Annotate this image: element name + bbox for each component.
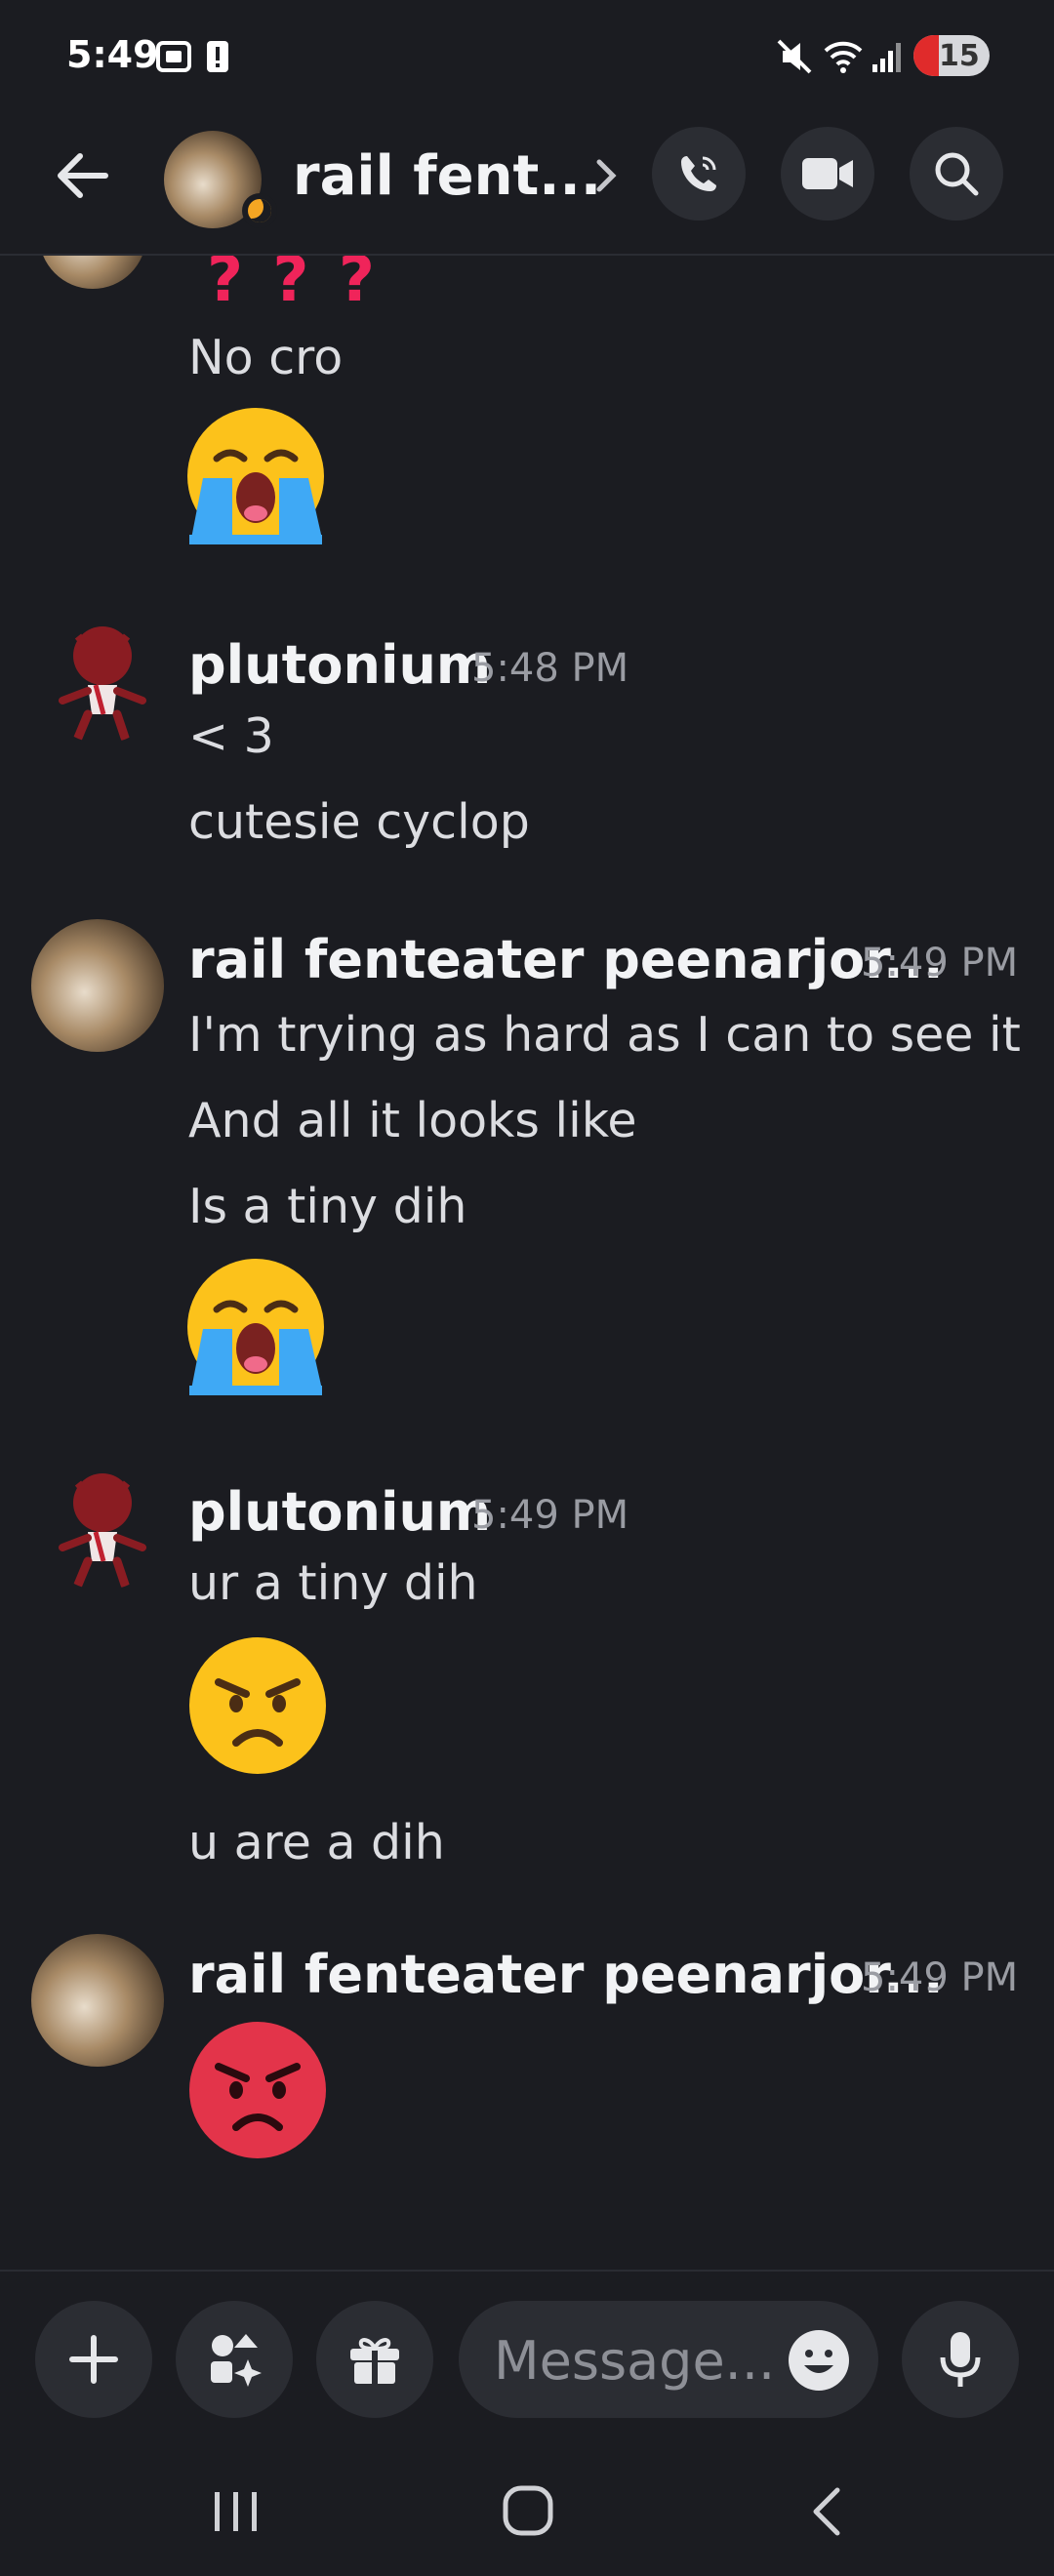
status-time: 5:49 [66, 33, 159, 76]
mute-icon [777, 39, 812, 74]
message-list[interactable]: ? ? ? No cro plutonium 5:48 PM < 3 cutes… [0, 256, 1054, 2268]
gift-icon [350, 2338, 399, 2384]
user-avatar[interactable] [39, 1464, 166, 1590]
phone-call-icon [681, 156, 716, 191]
system-nav-bar [0, 2445, 1054, 2576]
apps-icon [211, 2334, 262, 2387]
screenshot-icon [156, 41, 191, 72]
chevron-right-icon[interactable] [591, 152, 623, 199]
alert-icon [207, 41, 228, 72]
username[interactable]: rail fenteater peenarjor... [188, 929, 944, 990]
microphone-icon [940, 2332, 981, 2387]
loudly-crying-face-emoji[interactable] [183, 404, 328, 548]
message-text: I'm trying as hard as I can to see it [188, 1007, 1021, 1063]
signal-icon [872, 43, 901, 72]
timestamp: 5:49 PM [861, 941, 1019, 986]
channel-avatar[interactable] [156, 123, 277, 236]
user-avatar[interactable] [39, 617, 166, 744]
home-icon[interactable] [502, 2484, 554, 2537]
channel-header: rail fent... [0, 115, 1054, 256]
timestamp: 5:48 PM [471, 646, 629, 691]
voice-message-button[interactable] [902, 2301, 1019, 2418]
apps-button[interactable] [176, 2301, 293, 2418]
channel-title[interactable]: rail fent... [293, 144, 601, 208]
username[interactable]: plutonium [188, 634, 491, 696]
battery-indicator: 15 [913, 35, 990, 76]
message-text: No cro [188, 330, 344, 385]
username[interactable]: rail fenteater peenarjor... [188, 1944, 944, 2005]
plus-icon [69, 2335, 118, 2384]
emoji-icon[interactable] [787, 2328, 851, 2393]
back-arrow-icon[interactable] [51, 144, 113, 207]
add-attachment-button[interactable] [35, 2301, 152, 2418]
voice-call-button[interactable] [652, 127, 746, 221]
message-placeholder: Message... [494, 2330, 776, 2392]
timestamp: 5:49 PM [861, 1955, 1019, 2000]
message-text: < 3 [188, 708, 274, 764]
user-avatar[interactable] [31, 1934, 164, 2067]
recent-apps-icon[interactable] [209, 2488, 264, 2535]
user-avatar[interactable] [31, 919, 164, 1052]
search-button[interactable] [910, 127, 1003, 221]
timestamp: 5:49 PM [471, 1493, 629, 1538]
pouting-face-emoji[interactable] [185, 2018, 330, 2162]
loudly-crying-face-emoji[interactable] [183, 1255, 328, 1399]
message-text: And all it looks like [188, 1093, 637, 1148]
moon-icon [248, 199, 271, 222]
user-avatar[interactable] [39, 256, 146, 289]
back-nav-icon[interactable] [806, 2484, 845, 2539]
gift-button[interactable] [316, 2301, 433, 2418]
message-text: Is a tiny dih [188, 1179, 467, 1234]
message-text: u are a dih [188, 1815, 445, 1871]
message-composer: Message... [0, 2270, 1054, 2447]
video-call-button[interactable] [781, 127, 874, 221]
message-text: cutesie cyclop [188, 794, 530, 850]
status-bar: 5:49 15 [0, 0, 1054, 115]
message-text: ur a tiny dih [188, 1555, 478, 1611]
video-camera-icon [802, 158, 853, 189]
wifi-icon [824, 41, 863, 73]
question-marks-text: ? ? ? [207, 256, 379, 316]
message-input[interactable]: Message... [459, 2301, 878, 2418]
angry-face-emoji[interactable] [185, 1633, 330, 1778]
search-icon [935, 152, 979, 196]
battery-level: 15 [939, 39, 980, 73]
username[interactable]: plutonium [188, 1481, 491, 1543]
